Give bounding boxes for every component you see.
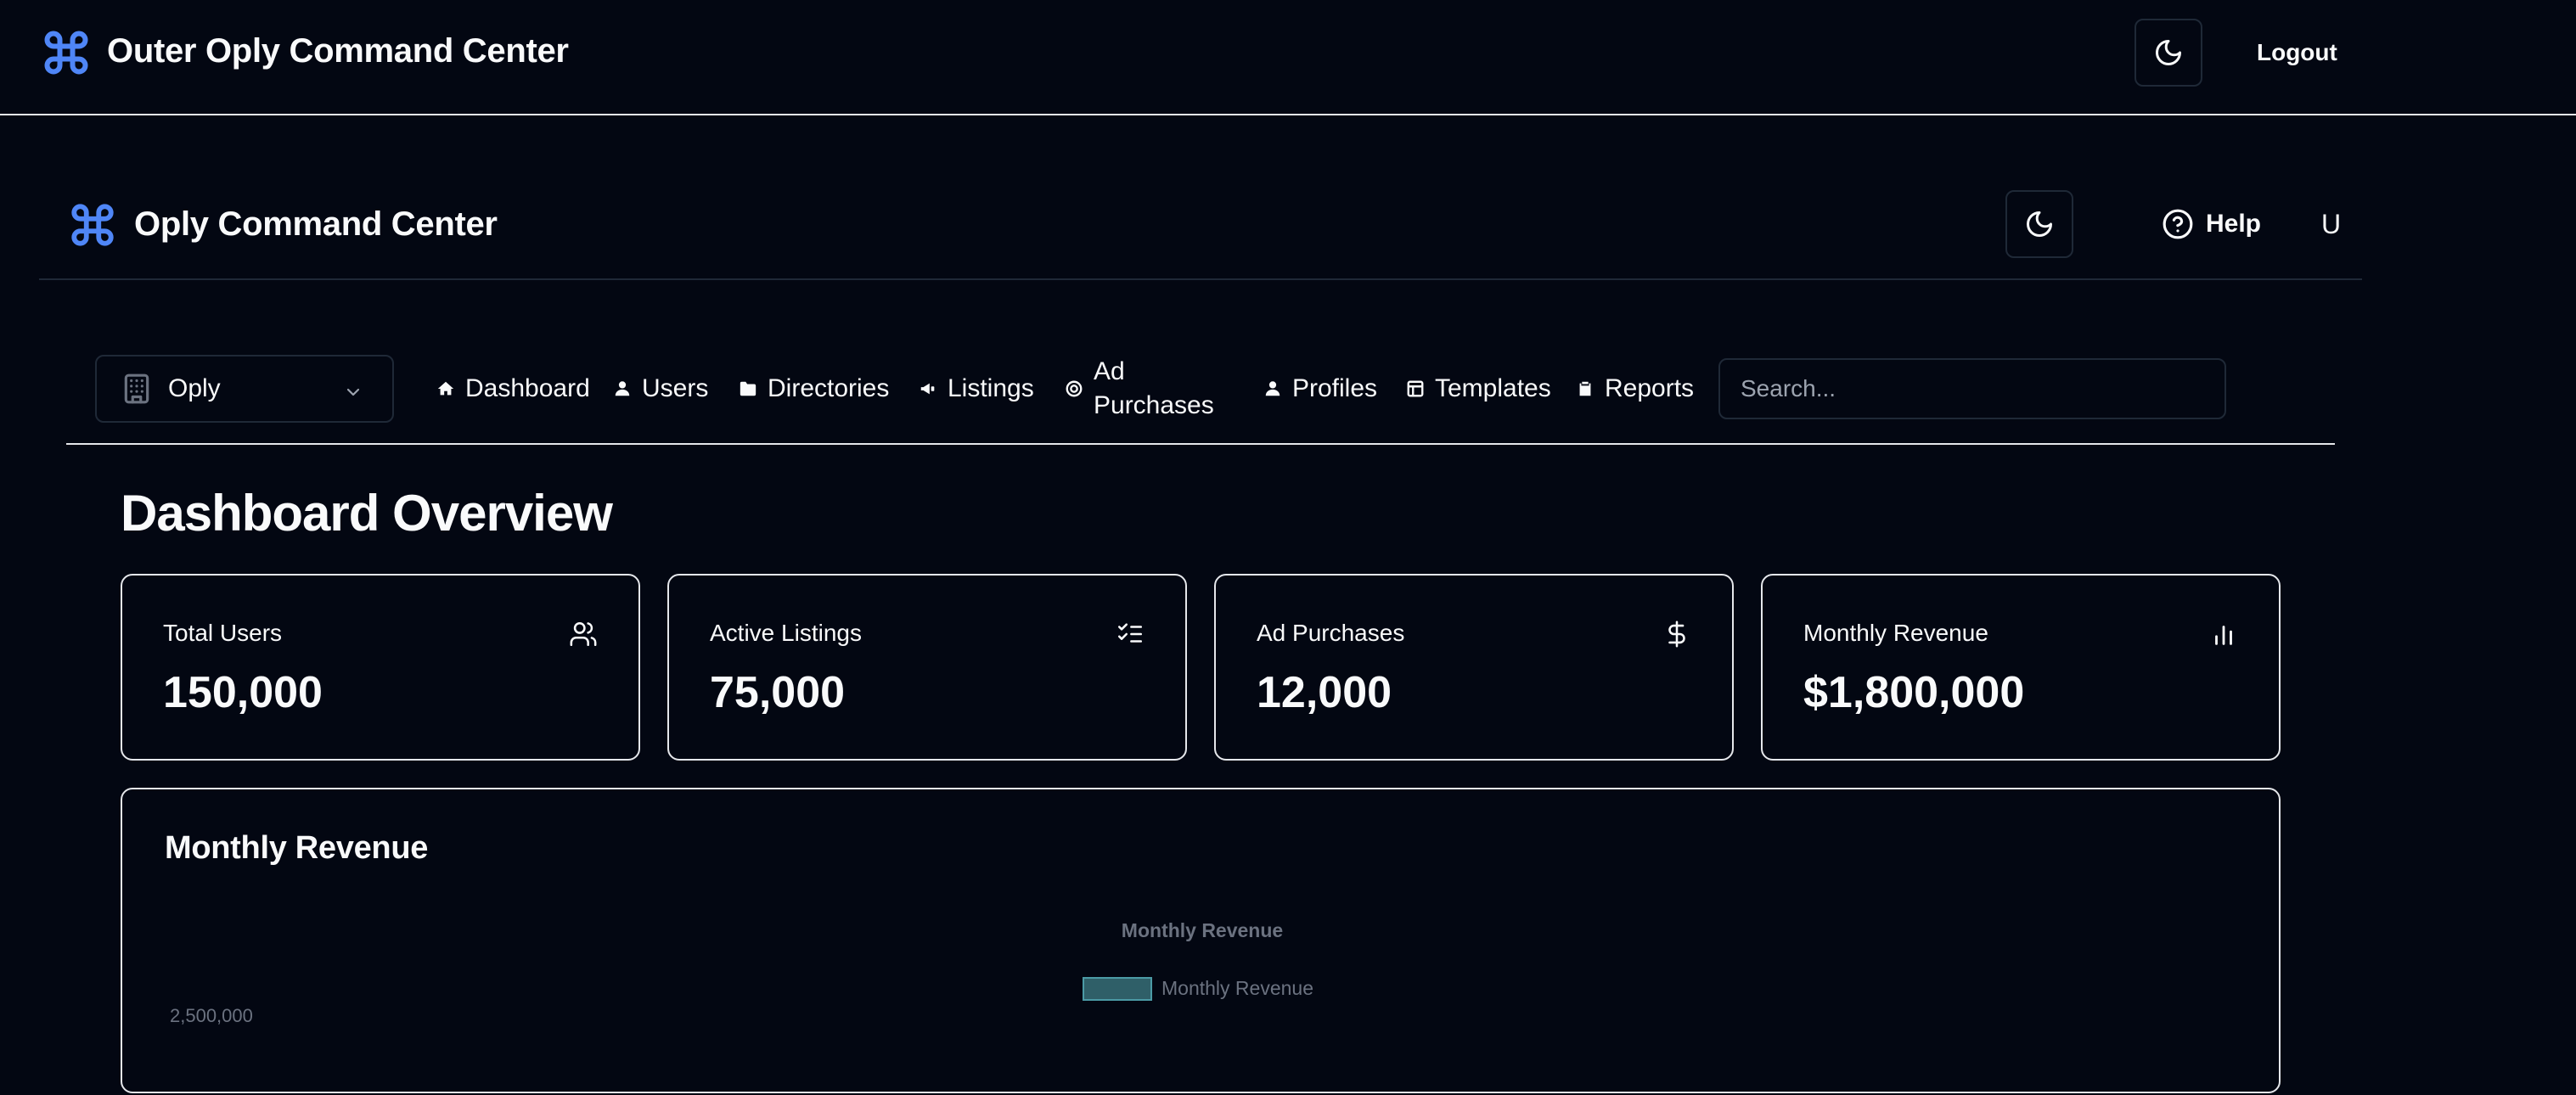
nav-item-templates[interactable]: Templates — [1406, 355, 1551, 423]
chart-title: Monthly Revenue — [1122, 919, 1283, 941]
dollar-icon — [1668, 620, 1685, 648]
inner-header: Oply Command Center Help U — [39, 168, 2362, 280]
moon-icon — [2156, 40, 2181, 65]
nav-item-directories[interactable]: Directories — [739, 355, 889, 423]
y-tick-label: 2,500,000 — [170, 1005, 253, 1026]
stat-card-monthly-revenue: Monthly Revenue $1,800,000 — [1761, 574, 2281, 761]
layout-icon — [1407, 380, 1424, 397]
clipboard-icon — [1579, 381, 1591, 396]
monthly-revenue-chart-card: Monthly Revenue Monthly Revenue Monthly … — [121, 788, 2281, 1093]
home-icon — [437, 381, 454, 396]
nav-item-label: Templates — [1435, 374, 1551, 402]
chevron-down-icon — [346, 388, 360, 396]
stat-value: 150,000 — [163, 668, 323, 717]
nav-item-reports[interactable]: Reports — [1576, 355, 1694, 423]
stat-card-total-users: Total Users 150,000 — [121, 574, 640, 761]
command-icon — [71, 204, 114, 246]
stat-card-active-listings: Active Listings 75,000 — [667, 574, 1187, 761]
help-button[interactable]: Help — [2162, 190, 2261, 258]
stat-label: Active Listings — [710, 620, 862, 646]
org-select[interactable]: Oply — [95, 355, 394, 423]
org-select-value: Oply — [168, 374, 221, 402]
stat-value: 75,000 — [710, 668, 846, 717]
user-icon — [615, 381, 630, 396]
command-icon — [44, 31, 88, 75]
help-label: Help — [2206, 210, 2262, 238]
nav-item-dashboard[interactable]: Dashboard — [436, 355, 590, 423]
search-input[interactable] — [1718, 358, 2226, 419]
inner-theme-toggle-button[interactable] — [2005, 190, 2073, 258]
building-icon — [124, 373, 149, 404]
stat-label: Total Users — [163, 620, 283, 646]
stat-label: Monthly Revenue — [1803, 620, 1988, 646]
nav-item-ad-purchases[interactable]: Ad Purchases — [1065, 355, 1294, 423]
nav-item-profiles[interactable]: Profiles — [1263, 355, 1377, 423]
inner-app-title: Oply Command Center — [134, 205, 498, 243]
outer-header: Outer Oply Command Center Logout — [0, 0, 2576, 115]
nav-item-label: Users — [642, 374, 709, 402]
stat-label: Ad Purchases — [1257, 620, 1405, 646]
outer-theme-toggle-button[interactable] — [2134, 19, 2202, 87]
nav-item-label: Directories — [768, 374, 890, 402]
outer-app-title: Outer Oply Command Center — [107, 32, 569, 70]
folder-icon — [740, 381, 756, 396]
monthly-revenue-chart: Monthly Revenue Monthly Revenue 2,500,00… — [170, 919, 1313, 1026]
nav-item-label: Reports — [1605, 374, 1695, 402]
stat-card-ad-purchases: Ad Purchases 12,000 — [1214, 574, 1734, 761]
bar-chart-icon — [2215, 626, 2232, 645]
target-icon — [1066, 380, 1083, 397]
stat-value: 12,000 — [1257, 668, 1392, 717]
users-icon — [570, 621, 597, 647]
user-menu-button[interactable]: U — [2321, 190, 2341, 258]
main-nav: Oply Dashboard Users Directories Listing… — [66, 348, 2335, 445]
nav-item-listings[interactable]: Listings — [919, 355, 1034, 423]
list-checks-icon — [1117, 623, 1143, 643]
legend-swatch — [1083, 977, 1152, 1001]
nav-item-label: Dashboard — [465, 374, 590, 402]
moon-icon — [2027, 211, 2052, 237]
legend-label: Monthly Revenue — [1161, 977, 1313, 999]
nav-item-label: Listings — [948, 374, 1034, 402]
megaphone-icon — [920, 383, 935, 395]
user-icon — [1265, 381, 1280, 396]
stat-value: $1,800,000 — [1803, 668, 2025, 717]
nav-item-label: Profiles — [1292, 374, 1378, 402]
logout-button[interactable]: Logout — [2241, 19, 2353, 87]
help-circle-icon — [2163, 209, 2193, 239]
nav-item-label: Ad Purchases — [1094, 357, 1214, 419]
nav-item-users[interactable]: Users — [613, 355, 708, 423]
page-title: Dashboard Overview — [121, 485, 613, 542]
